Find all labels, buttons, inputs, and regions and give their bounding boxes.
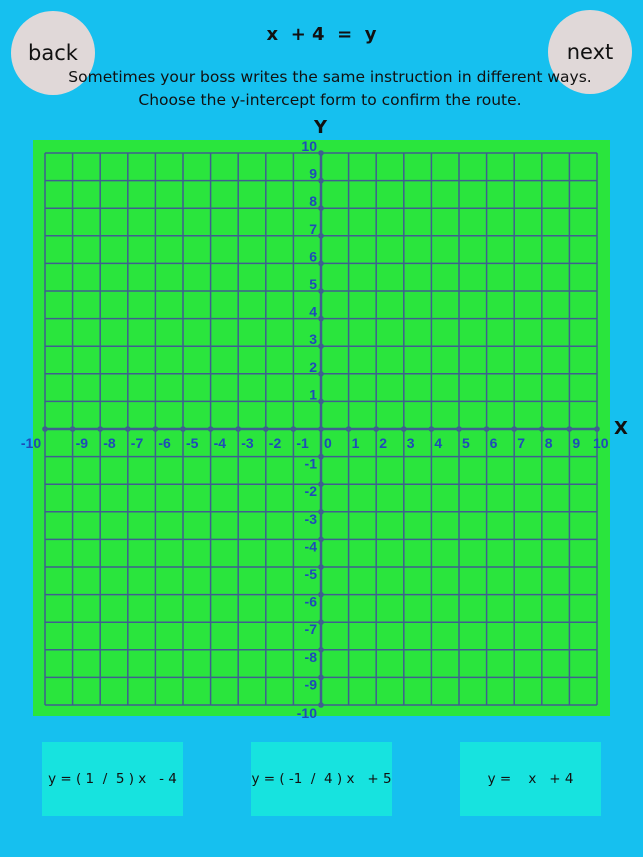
- y-tick-label: -8: [305, 649, 318, 665]
- x-tick-mark: [456, 426, 462, 432]
- x-tick-mark: [594, 426, 600, 432]
- x-tick-label: 2: [379, 435, 387, 451]
- y-tick-mark: [318, 343, 324, 350]
- x-tick-label: 1: [352, 435, 360, 451]
- x-tick-mark: [345, 426, 352, 432]
- y-tick-label: -10: [297, 705, 317, 721]
- y-tick-mark: [318, 702, 324, 708]
- y-tick-mark: [318, 398, 324, 405]
- y-tick-mark: [318, 260, 324, 267]
- x-tick-label: -8: [103, 435, 116, 451]
- answer-option-3[interactable]: y = x + 4: [460, 742, 601, 816]
- y-tick-mark: [318, 453, 324, 460]
- x-tick-label: -4: [214, 435, 227, 451]
- x-tick-mark: [69, 426, 76, 432]
- x-tick-label: -10: [21, 435, 41, 451]
- y-tick-mark: [318, 536, 324, 543]
- y-tick-mark: [318, 150, 324, 156]
- y-tick-label: 8: [309, 193, 317, 209]
- x-tick-label: -6: [158, 435, 171, 451]
- y-tick-mark: [318, 591, 324, 598]
- y-axis-label: Y: [314, 117, 328, 138]
- x-tick-label: -1: [296, 435, 309, 451]
- y-tick-label: -3: [305, 511, 318, 527]
- y-tick-label: 1: [309, 386, 317, 402]
- x-axis-label: X: [614, 418, 628, 439]
- answer-option-2[interactable]: y = ( -1 / 4 ) x + 5: [251, 742, 392, 816]
- x-tick-label: 10: [593, 435, 609, 451]
- y-tick-label: -7: [305, 621, 318, 637]
- x-tick-label: -7: [131, 435, 144, 451]
- y-tick-mark: [318, 481, 324, 488]
- x-tick-mark: [235, 426, 241, 432]
- y-tick-mark: [318, 205, 324, 211]
- y-tick-mark: [318, 288, 324, 294]
- y-tick-label: -5: [305, 566, 318, 582]
- y-tick-label: 9: [309, 166, 317, 182]
- y-tick-label: -1: [305, 456, 318, 472]
- y-tick-label: 10: [301, 138, 317, 154]
- y-tick-mark: [318, 647, 324, 653]
- x-tick-mark: [263, 426, 269, 432]
- x-tick-label: 6: [490, 435, 498, 451]
- x-tick-mark: [97, 426, 103, 432]
- y-tick-mark: [318, 371, 324, 377]
- x-tick-mark: [428, 426, 435, 432]
- x-tick-mark: [290, 426, 297, 432]
- y-tick-label: 6: [309, 248, 317, 264]
- x-tick-mark: [539, 426, 545, 432]
- y-tick-label: -2: [305, 483, 318, 499]
- x-tick-mark: [207, 426, 214, 432]
- y-tick-mark: [318, 233, 324, 239]
- y-tick-label: 4: [309, 304, 317, 320]
- x-tick-mark: [42, 426, 48, 432]
- x-tick-label: -9: [76, 435, 89, 451]
- y-tick-mark: [318, 509, 324, 515]
- x-tick-mark: [566, 426, 573, 432]
- x-tick-mark: [511, 426, 517, 432]
- y-tick-mark: [318, 619, 324, 625]
- y-tick-mark: [318, 674, 324, 681]
- x-tick-mark: [125, 426, 131, 432]
- answer-label: y = ( -1 / 4 ) x + 5: [251, 771, 392, 787]
- x-tick-mark: [152, 426, 159, 432]
- x-tick-label: -2: [269, 435, 282, 451]
- x-tick-label: 7: [517, 435, 525, 451]
- x-tick-label: 3: [407, 435, 415, 451]
- y-tick-label: -4: [305, 538, 318, 554]
- x-tick-label: 8: [545, 435, 553, 451]
- y-tick-label: 3: [309, 331, 317, 347]
- y-tick-mark: [318, 177, 324, 184]
- x-tick-mark: [180, 426, 186, 432]
- answer-label: y = x + 4: [487, 771, 574, 787]
- answer-label: y = ( 1 / 5 ) x - 4: [48, 771, 177, 787]
- x-tick-label: 0: [324, 435, 332, 451]
- x-tick-label: 4: [434, 435, 442, 451]
- y-tick-label: 2: [309, 359, 317, 375]
- y-tick-mark: [318, 315, 324, 322]
- x-tick-mark: [318, 426, 324, 432]
- y-tick-label: -6: [305, 594, 318, 610]
- y-tick-mark: [318, 564, 324, 570]
- x-tick-mark: [373, 426, 380, 432]
- y-tick-label: 7: [309, 221, 317, 237]
- x-tick-label: 5: [462, 435, 470, 451]
- x-tick-mark: [483, 426, 490, 432]
- y-tick-label: -9: [305, 676, 318, 692]
- x-tick-label: -3: [241, 435, 254, 451]
- answer-option-1[interactable]: y = ( 1 / 5 ) x - 4: [42, 742, 183, 816]
- x-tick-mark: [401, 426, 407, 432]
- x-tick-label: 9: [572, 435, 580, 451]
- y-tick-label: 5: [309, 276, 317, 292]
- x-tick-label: -5: [186, 435, 199, 451]
